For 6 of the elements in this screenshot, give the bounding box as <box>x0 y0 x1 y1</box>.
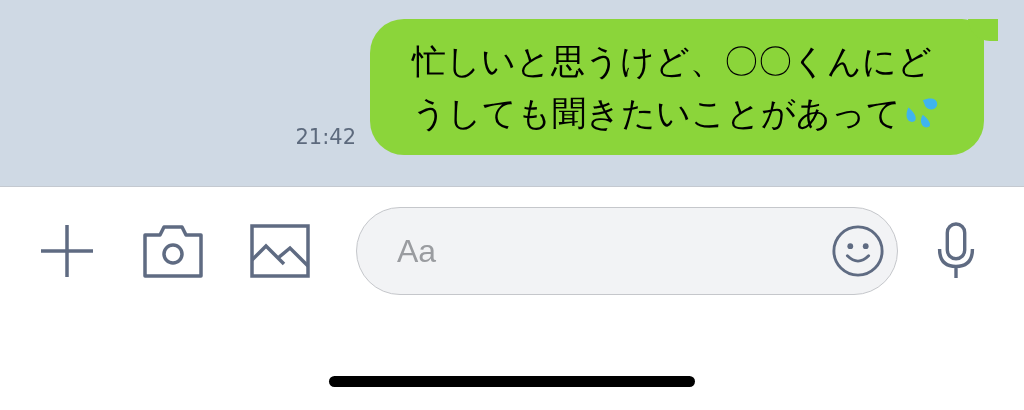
microphone-icon[interactable] <box>936 222 976 280</box>
image-icon[interactable] <box>250 224 310 278</box>
message-time: 21:42 <box>295 125 356 149</box>
camera-icon[interactable] <box>142 223 204 279</box>
message-input[interactable]: Aa <box>356 207 898 295</box>
emoji-icon[interactable] <box>831 224 885 278</box>
